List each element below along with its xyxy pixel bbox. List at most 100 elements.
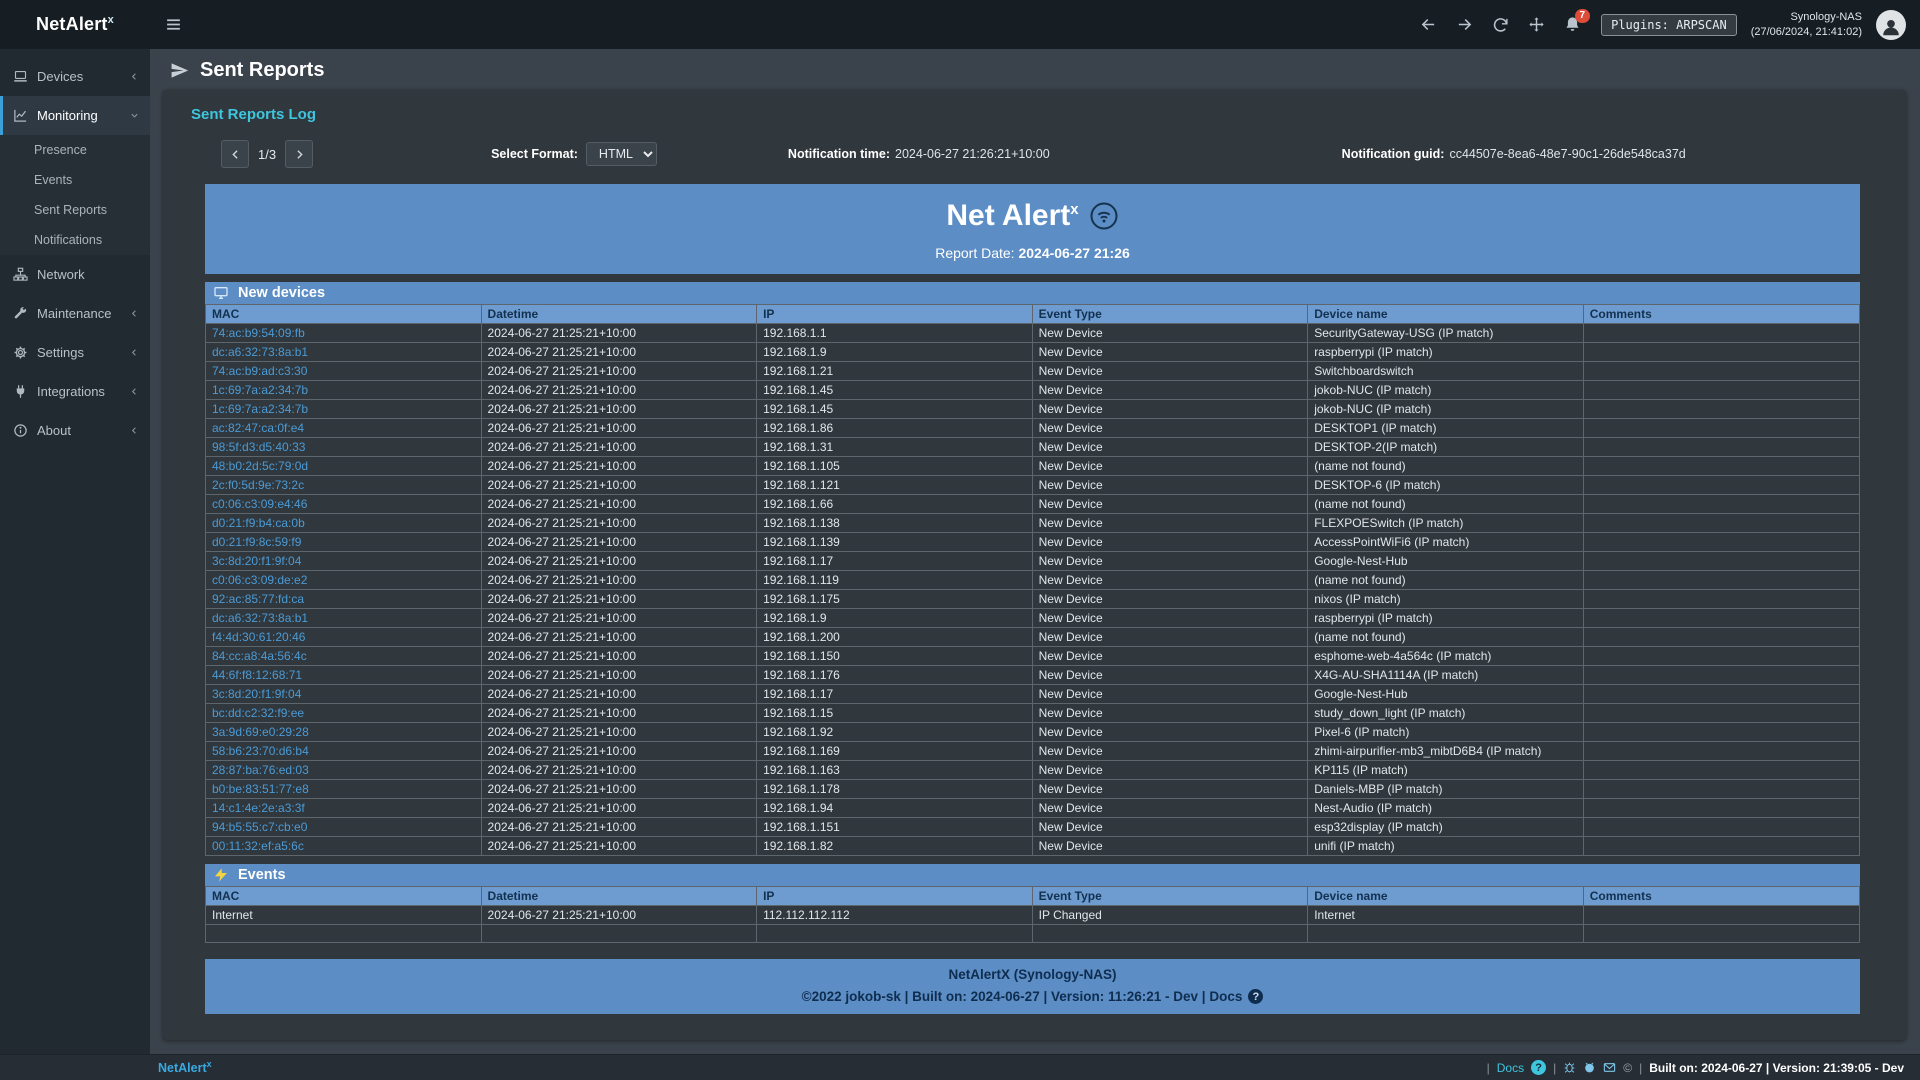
notification-guid-label: Notification guid: [1342,147,1445,161]
sidebar-item-events[interactable]: Events [0,165,150,195]
mac-link[interactable]: 2c:f0:5d:9e:73:2c [212,478,304,492]
mac-link[interactable]: 3c:8d:20:f1:9f:04 [212,687,301,701]
mac-link[interactable]: 84:cc:a8:4a:56:4c [212,649,307,663]
content-area: Sent Reports Sent Reports Log 1/3 Select… [150,49,1920,1054]
nav-refresh-button[interactable] [1483,8,1517,42]
sent-reports-card: Sent Reports Log 1/3 Select Format: HTML [163,90,1906,1040]
plugins-badge[interactable]: Plugins: ARPSCAN [1601,14,1737,36]
next-page-button[interactable] [285,140,313,168]
column-header: Datetime [481,887,757,906]
footer-docs-link[interactable]: Docs [1497,1061,1524,1075]
mac-link[interactable]: d0:21:f9:8c:59:f9 [212,535,301,549]
sidebar-item-label: Integrations [37,384,105,399]
github-icon[interactable] [1583,1061,1596,1074]
notification-time-value: 2024-06-27 21:26:21+10:00 [895,147,1050,161]
mac-link[interactable]: 44:6f:f8:12:68:71 [212,668,302,682]
sidebar-item-network[interactable]: Network [0,255,150,294]
sidebar-toggle-button[interactable] [156,8,190,42]
help-question-icon[interactable] [1531,1060,1546,1075]
navbar-right: 7 Plugins: ARPSCAN Synology-NAS (27/06/2… [1411,8,1920,42]
new-devices-tbody: 74:ac:b9:54:09:fb2024-06-27 21:25:21+10:… [206,324,1860,856]
table-row: 00:11:32:ef:a5:6c2024-06-27 21:25:21+10:… [206,837,1860,856]
table-row: bc:dd:c2:32:f9:ee2024-06-27 21:25:21+10:… [206,704,1860,723]
column-header: Event Type [1032,305,1308,324]
sidebar: Devices Monitoring Presence Events Sent … [0,49,150,1054]
mac-link[interactable]: 58:b6:23:70:d6:b4 [212,744,309,758]
user-avatar[interactable] [1876,10,1906,40]
table-row: 3a:9d:69:e0:29:282024-06-27 21:25:21+10:… [206,723,1860,742]
sidebar-item-notifications[interactable]: Notifications [0,225,150,255]
gear-icon [13,345,28,360]
mac-link[interactable]: 92:ac:85:77:fd:ca [212,592,304,606]
mail-icon[interactable] [1603,1061,1616,1074]
sidebar-item-label: Network [37,267,85,282]
page-indicator: 1/3 [258,147,276,162]
sidebar-item-label: Monitoring [37,108,98,123]
mac-link[interactable]: c0:06:c3:09:de:e2 [212,573,307,587]
report-footer-line1: NetAlertX (Synology-NAS) [205,967,1860,982]
chevron-down-icon [129,110,140,121]
report-date-label: Report Date: [935,245,1014,261]
arrow-left-icon [1420,16,1437,33]
mac-link[interactable]: b0:be:83:51:77:e8 [212,782,309,796]
footer-brand-link[interactable]: NetAlertx [158,1059,212,1075]
brand-logo[interactable]: NetAlertx [0,14,150,35]
mac-link[interactable]: 48:b0:2d:5c:79:0d [212,459,308,473]
mac-link[interactable]: 28:87:ba:76:ed:03 [212,763,309,777]
chevron-left-icon [129,308,140,319]
sidebar-item-monitoring[interactable]: Monitoring [0,96,150,135]
format-label: Select Format: [491,147,578,161]
mac-link[interactable]: 1c:69:7a:a2:34:7b [212,402,308,416]
notification-count-badge: 7 [1575,9,1591,23]
copyright-icon[interactable] [1623,1061,1632,1075]
nav-move-button[interactable] [1519,8,1553,42]
mac-link[interactable]: 74:ac:b9:ad:c3:30 [212,364,307,378]
mac-link[interactable]: 74:ac:b9:54:09:fb [212,326,305,340]
mac-link[interactable]: 00:11:32:ef:a5:6c [212,839,304,853]
mac-link[interactable]: dc:a6:32:73:8a:b1 [212,611,308,625]
nav-back-button[interactable] [1411,8,1445,42]
mac-link[interactable]: 98:5f:d3:d5:40:33 [212,440,305,454]
mac-link[interactable]: 94:b5:55:c7:cb:e0 [212,820,307,834]
table-header-row: MAC Datetime IP Event Type Device name C… [206,305,1860,324]
separator: | [1553,1061,1556,1075]
chevron-left-icon [129,347,140,358]
format-select[interactable]: HTML [586,142,657,166]
chevron-right-icon [293,148,306,161]
help-question-icon[interactable] [1248,989,1263,1004]
sidebar-item-sent-reports[interactable]: Sent Reports [0,195,150,225]
sidebar-item-devices[interactable]: Devices [0,57,150,96]
nav-forward-button[interactable] [1447,8,1481,42]
column-header: Event Type [1032,887,1308,906]
mac-link[interactable]: dc:a6:32:73:8a:b1 [212,345,308,359]
sidebar-item-integrations[interactable]: Integrations [0,372,150,411]
sidebar-item-label: Devices [37,69,83,84]
section-title: Events [238,867,286,883]
mac-link[interactable]: ac:82:47:ca:0f:e4 [212,421,304,435]
netalertx-logo-icon [1089,201,1119,231]
table-row: dc:a6:32:73:8a:b12024-06-27 21:25:21+10:… [206,343,1860,362]
table-header-row: MAC Datetime IP Event Type Device name C… [206,887,1860,906]
sidebar-item-presence[interactable]: Presence [0,135,150,165]
mac-link[interactable]: c0:06:c3:09:e4:46 [212,497,307,511]
mac-link[interactable]: bc:dd:c2:32:f9:ee [212,706,304,720]
bug-icon[interactable] [1563,1061,1576,1074]
mac-link[interactable]: f4:4d:30:61:20:46 [212,630,305,644]
separator: | [1639,1061,1642,1075]
mac-link[interactable]: 3a:9d:69:e0:29:28 [212,725,309,739]
sidebar-item-maintenance[interactable]: Maintenance [0,294,150,333]
table-row: Internet2024-06-27 21:25:21+10:00112.112… [206,906,1860,925]
mac-link[interactable]: 14:c1:4e:2e:a3:3f [212,801,305,815]
mac-link[interactable]: d0:21:f9:b4:ca:0b [212,516,305,530]
sent-reports-log-link[interactable]: Sent Reports Log [191,106,316,123]
mac-link[interactable]: 3c:8d:20:f1:9f:04 [212,554,301,568]
page-title: Sent Reports [200,59,324,82]
prev-page-button[interactable] [221,140,249,168]
sidebar-item-settings[interactable]: Settings [0,333,150,372]
sidebar-item-about[interactable]: About [0,411,150,450]
host-name: Synology-NAS [1751,10,1862,25]
table-row: ac:82:47:ca:0f:e42024-06-27 21:25:21+10:… [206,419,1860,438]
mac-link[interactable]: 1c:69:7a:a2:34:7b [212,383,308,397]
events-tbody: Internet2024-06-27 21:25:21+10:00112.112… [206,906,1860,943]
notifications-bell-button[interactable]: 7 [1555,8,1589,42]
